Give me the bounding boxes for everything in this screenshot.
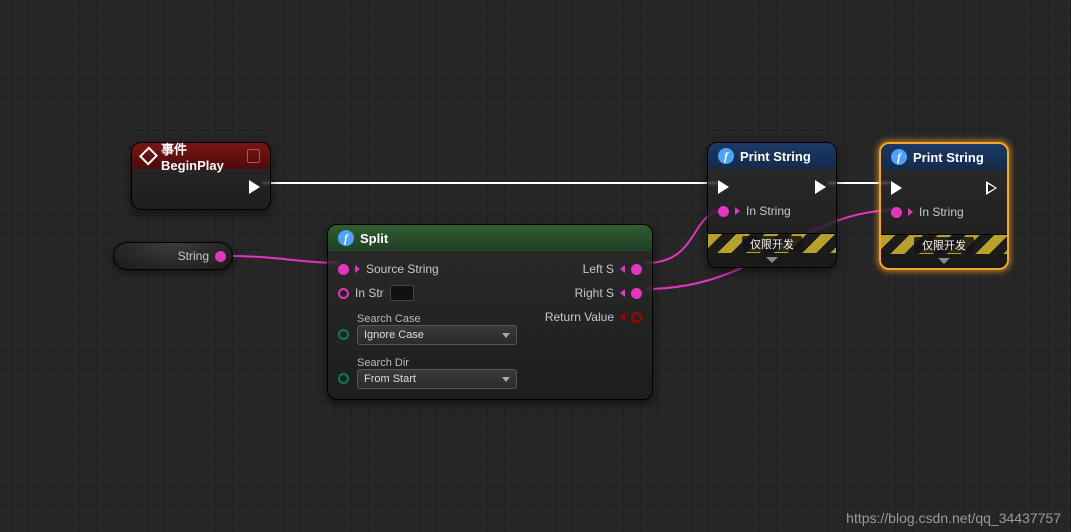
pin-source-string[interactable]: Source String <box>338 262 439 276</box>
function-icon: f <box>718 148 734 164</box>
search-case-dropdown[interactable]: Ignore Case <box>357 325 517 345</box>
exec-out-pin[interactable] <box>815 180 826 194</box>
pin-in-str[interactable]: In Str <box>338 285 414 301</box>
dev-only-strip: 仅限开发 <box>881 234 1007 254</box>
pin-in-string[interactable]: In String <box>718 204 791 218</box>
expand-toggle[interactable] <box>708 253 836 267</box>
search-dir-label: Search Dir <box>357 357 517 369</box>
node-header[interactable]: 事件BeginPlay <box>132 143 270 169</box>
exec-in-pin[interactable] <box>718 180 729 194</box>
search-dir-dropdown[interactable]: From Start <box>357 369 517 389</box>
function-icon: f <box>338 230 354 246</box>
exec-in-pin[interactable] <box>891 181 902 195</box>
dev-only-strip: 仅限开发 <box>708 233 836 253</box>
pin-search-case[interactable] <box>338 329 349 340</box>
chevron-down-icon <box>502 377 510 382</box>
node-header[interactable]: f Split <box>328 225 652 251</box>
node-variable-string[interactable]: String <box>113 242 233 270</box>
node-header[interactable]: f Print String <box>708 143 836 169</box>
exec-out-pin[interactable] <box>249 180 260 194</box>
node-event-beginplay[interactable]: 事件BeginPlay <box>131 142 271 210</box>
chevron-down-icon <box>938 258 950 264</box>
chevron-down-icon <box>502 333 510 338</box>
expand-toggle[interactable] <box>881 254 1007 268</box>
pin-return-value[interactable]: Return Value <box>545 310 642 324</box>
pin-search-dir[interactable] <box>338 373 349 384</box>
node-print-string-1[interactable]: f Print String In String 仅限开发 <box>707 142 837 268</box>
node-header[interactable]: f Print String <box>881 144 1007 170</box>
node-title: Split <box>360 231 388 246</box>
variable-out-pin[interactable] <box>215 251 226 262</box>
search-case-label: Search Case <box>357 313 517 325</box>
node-title: Print String <box>913 150 984 165</box>
node-print-string-2[interactable]: f Print String In String 仅限开发 <box>879 142 1009 270</box>
node-split[interactable]: f Split Source String Left S In Str Righ… <box>327 224 653 400</box>
event-icon <box>139 146 158 165</box>
node-title: 事件BeginPlay <box>161 139 241 173</box>
pin-right-s[interactable]: Right S <box>575 286 642 300</box>
variable-name: String <box>178 249 209 263</box>
watermark: https://blog.csdn.net/qq_34437757 <box>846 510 1061 526</box>
node-title: Print String <box>740 149 811 164</box>
exec-out-pin[interactable] <box>986 181 997 195</box>
in-str-input[interactable] <box>390 285 414 301</box>
pin-left-s[interactable]: Left S <box>583 262 642 276</box>
function-icon: f <box>891 149 907 165</box>
pin-in-string[interactable]: In String <box>891 205 964 219</box>
chevron-down-icon <box>766 257 778 263</box>
delegate-pin[interactable] <box>247 149 260 163</box>
